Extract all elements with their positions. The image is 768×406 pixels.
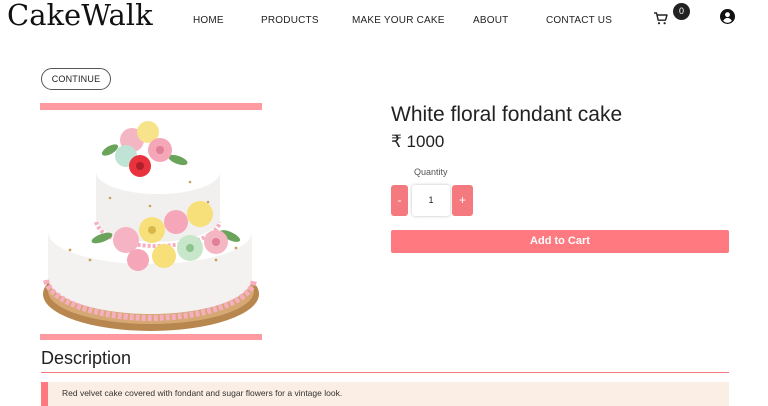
nav-products[interactable]: PRODUCTS bbox=[261, 15, 319, 27]
nav-contact-us[interactable]: CONTACT US bbox=[546, 15, 612, 27]
continue-button[interactable]: CONTINUE bbox=[41, 68, 111, 90]
product-image bbox=[40, 110, 262, 334]
product-price: ₹ 1000 bbox=[391, 132, 445, 151]
description-text: Red velvet cake covered with fondant and… bbox=[62, 388, 343, 398]
quantity-increase-button[interactable]: + bbox=[452, 185, 473, 216]
cart-icon[interactable] bbox=[654, 12, 668, 25]
quantity-input[interactable]: 1 bbox=[412, 185, 450, 216]
nav-make-your-cake[interactable]: MAKE YOUR CAKE bbox=[352, 15, 445, 27]
add-to-cart-button[interactable]: Add to Cart bbox=[391, 230, 729, 253]
account-icon[interactable] bbox=[720, 9, 735, 24]
nav-about[interactable]: ABOUT bbox=[473, 15, 508, 27]
cake-illustration bbox=[43, 121, 259, 331]
nav-home[interactable]: HOME bbox=[193, 15, 224, 27]
cart-count-badge[interactable]: 0 bbox=[673, 3, 690, 20]
quantity-decrease-button[interactable]: - bbox=[391, 185, 408, 216]
description-box: Red velvet cake covered with fondant and… bbox=[41, 382, 729, 406]
brand-logo[interactable]: CakeWalk bbox=[7, 0, 153, 30]
product-image-frame bbox=[40, 103, 262, 340]
description-divider bbox=[41, 372, 729, 373]
description-heading: Description bbox=[41, 348, 132, 368]
product-title: White floral fondant cake bbox=[391, 103, 623, 126]
quantity-label: Quantity bbox=[414, 167, 448, 177]
